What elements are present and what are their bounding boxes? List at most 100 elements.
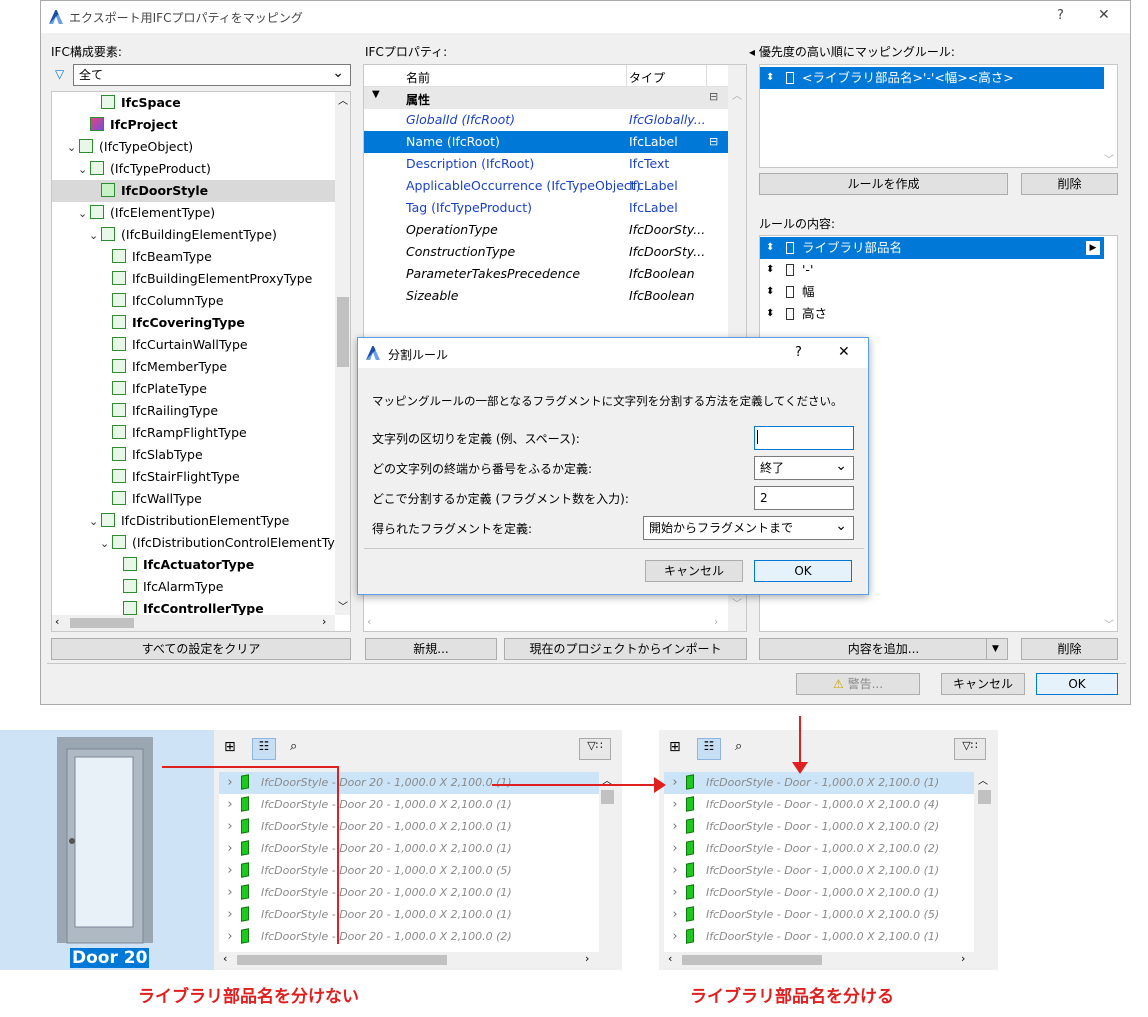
tree-item[interactable]: IfcMemberType [52, 356, 335, 378]
result-row[interactable]: › IfcDoorStyle - Door - 1,000.0 X 2,100.0… [664, 882, 974, 904]
rule-content-row[interactable]: ⬍ 高さ [760, 303, 1104, 325]
scroll-left-icon[interactable]: ‹ [223, 952, 227, 965]
expand-icon[interactable]: ▶ [1086, 241, 1100, 255]
numbering-end-select[interactable]: 終了 [754, 455, 854, 480]
result-row[interactable]: › IfcDoorStyle - Door - 1,000.0 X 2,100.0… [664, 816, 974, 838]
right-result-list[interactable]: › IfcDoorStyle - Door - 1,000.0 X 2,100.0… [664, 772, 994, 968]
tree-item[interactable]: IfcBuildingElementProxyType [52, 268, 335, 290]
tree-view-icon[interactable]: ☷ [697, 738, 721, 760]
chevron-right-icon[interactable]: › [219, 838, 241, 860]
scroll-up-icon[interactable]: ︿ [732, 87, 742, 102]
dialog-cancel-button[interactable]: キャンセル [645, 560, 743, 582]
dialog-ok-button[interactable]: OK [754, 560, 852, 582]
tree-item[interactable]: IfcCoveringType [52, 312, 335, 334]
tree-view-icon[interactable]: ☷ [252, 738, 276, 760]
scroll-down-icon[interactable]: ﹀ [1104, 616, 1114, 631]
right-result-vscroll-thumb[interactable] [978, 790, 991, 804]
dialog-help-button[interactable]: ? [795, 345, 802, 360]
tree-item[interactable]: IfcDoorStyle [52, 180, 335, 202]
reorder-icon[interactable]: ⬍ [766, 259, 774, 281]
chevron-right-icon[interactable]: › [219, 772, 241, 794]
chevron-right-icon[interactable]: › [664, 816, 686, 838]
scroll-left-icon[interactable]: ‹ [668, 952, 672, 965]
tree-item[interactable]: IfcRampFlightType [52, 422, 335, 444]
tree-item[interactable]: IfcWallType [52, 488, 335, 510]
tree-item[interactable]: IfcActuatorType [52, 554, 335, 576]
close-button[interactable]: ✕ [1098, 7, 1110, 23]
split-count-input[interactable]: 2 [754, 486, 854, 510]
clear-all-settings-button[interactable]: すべての設定をクリア [51, 638, 351, 660]
filter-select[interactable]: 全て [73, 63, 351, 86]
result-row[interactable]: › IfcDoorStyle - Door 20 - 1,000.0 X 2,10… [219, 882, 599, 904]
result-row[interactable]: › IfcDoorStyle - Door - 1,000.0 X 2,100.0… [664, 860, 974, 882]
result-row[interactable]: › IfcDoorStyle - Door - 1,000.0 X 2,100.0… [664, 904, 974, 926]
chevron-right-icon[interactable]: › [219, 926, 241, 948]
help-button[interactable]: ? [1057, 8, 1064, 23]
chevron-right-icon[interactable]: › [664, 794, 686, 816]
chevron-right-icon[interactable]: › [664, 882, 686, 904]
reorder-icon[interactable]: ⬍ [766, 281, 774, 303]
tree-item[interactable]: IfcPlateType [52, 378, 335, 400]
rule-content-row[interactable]: ⬍ ライブラリ部品名 ▶ [760, 237, 1104, 259]
scroll-down-icon[interactable]: ﹀ [1104, 151, 1114, 166]
tree-item[interactable]: IfcProject [52, 114, 335, 136]
right-result-hscroll[interactable]: ‹ › [664, 952, 994, 968]
scroll-left-icon[interactable]: ‹ [55, 615, 59, 628]
tree-item[interactable]: ⌄ (IfcDistributionControlElementTy [52, 532, 335, 554]
result-row[interactable]: › IfcDoorStyle - Door 20 - 1,000.0 X 2,10… [219, 926, 599, 948]
chevron-down-icon[interactable]: ⌄ [100, 533, 112, 555]
tree-item[interactable]: IfcSpace [52, 92, 335, 114]
ifc-element-tree[interactable]: IfcSpace IfcProject ⌄ (IfcTypeObject) ⌄ (IfcT… [51, 91, 351, 632]
property-row[interactable]: GlobalId (IfcRoot) IfcGlobally... [364, 109, 728, 131]
create-rule-button[interactable]: ルールを作成 [759, 173, 1008, 195]
property-row[interactable]: Description (IfcRoot) IfcText [364, 153, 728, 175]
rule-content-row[interactable]: ⬍ '-' [760, 259, 1104, 281]
property-row[interactable]: ApplicableOccurrence (IfcTypeObject) IfcL… [364, 175, 728, 197]
chevron-right-icon[interactable]: › [219, 860, 241, 882]
left-result-vscroll[interactable]: ︿ [599, 772, 616, 952]
property-row[interactable]: ConstructionType IfcDoorSty... [364, 241, 728, 263]
chevron-down-icon[interactable]: ⌄ [78, 159, 90, 181]
tree-item[interactable]: ⌄ (IfcBuildingElementType) [52, 224, 335, 246]
dialog-close-button[interactable]: ✕ [838, 344, 850, 360]
chevron-right-icon[interactable]: › [219, 816, 241, 838]
scroll-right-icon[interactable]: › [322, 615, 326, 628]
right-result-hscroll-thumb[interactable] [682, 955, 822, 965]
result-row[interactable]: › IfcDoorStyle - Door - 1,000.0 X 2,100.0… [664, 794, 974, 816]
result-row[interactable]: › IfcDoorStyle - Door 20 - 1,000.0 X 2,10… [219, 816, 599, 838]
group-row-attributes[interactable]: ▼ 属性 ⊟ [364, 87, 728, 109]
result-row[interactable]: › IfcDoorStyle - Door 20 - 1,000.0 X 2,10… [219, 904, 599, 926]
result-row[interactable]: › IfcDoorStyle - Door 20 - 1,000.0 X 2,10… [219, 838, 599, 860]
delete-rule-button[interactable]: 削除 [1021, 173, 1118, 195]
tree-item[interactable]: IfcColumnType [52, 290, 335, 312]
chevron-right-icon[interactable]: › [664, 838, 686, 860]
right-result-vscroll[interactable]: ︿ [974, 772, 994, 952]
chevron-right-icon[interactable]: › [664, 772, 686, 794]
tree-hscroll-thumb[interactable] [70, 618, 134, 628]
filter-toggle-icon[interactable]: ▽∷ [579, 738, 611, 760]
result-row[interactable]: › IfcDoorStyle - Door - 1,000.0 X 2,100.0… [664, 838, 974, 860]
rule-content-row[interactable]: ⬍ 幅 [760, 281, 1104, 303]
property-row[interactable]: Name (IfcRoot) IfcLabel ⊟ [364, 131, 728, 153]
delimiter-input[interactable] [754, 426, 854, 450]
tree-item[interactable]: ⌄ IfcDistributionElementType [52, 510, 335, 532]
scroll-right-icon[interactable]: › [961, 952, 965, 965]
chevron-right-icon[interactable]: › [664, 860, 686, 882]
chevron-right-icon[interactable]: › [219, 882, 241, 904]
tree-item[interactable]: ⌄ (IfcElementType) [52, 202, 335, 224]
property-row[interactable]: Sizeable IfcBoolean [364, 285, 728, 307]
chevron-right-icon[interactable]: › [219, 904, 241, 926]
chevron-right-icon[interactable]: › [664, 926, 686, 948]
cancel-button[interactable]: キャンセル [941, 673, 1025, 695]
delete-content-button[interactable]: 削除 [1021, 638, 1118, 660]
chevron-down-icon[interactable]: ⌄ [89, 511, 101, 533]
chevron-down-icon[interactable]: ⌄ [78, 203, 90, 225]
result-row[interactable]: › IfcDoorStyle - Door 20 - 1,000.0 X 2,10… [219, 860, 599, 882]
result-row[interactable]: › IfcDoorStyle - Door - 1,000.0 X 2,100.0… [664, 772, 974, 794]
tree-item[interactable]: IfcSlabType [52, 444, 335, 466]
reorder-icon[interactable]: ⬍ [766, 237, 774, 259]
reorder-icon[interactable]: ⬍ [766, 67, 774, 89]
reorder-icon[interactable]: ⬍ [766, 303, 774, 325]
tree-item[interactable]: IfcCurtainWallType [52, 334, 335, 356]
left-result-hscroll-thumb[interactable] [237, 955, 447, 965]
